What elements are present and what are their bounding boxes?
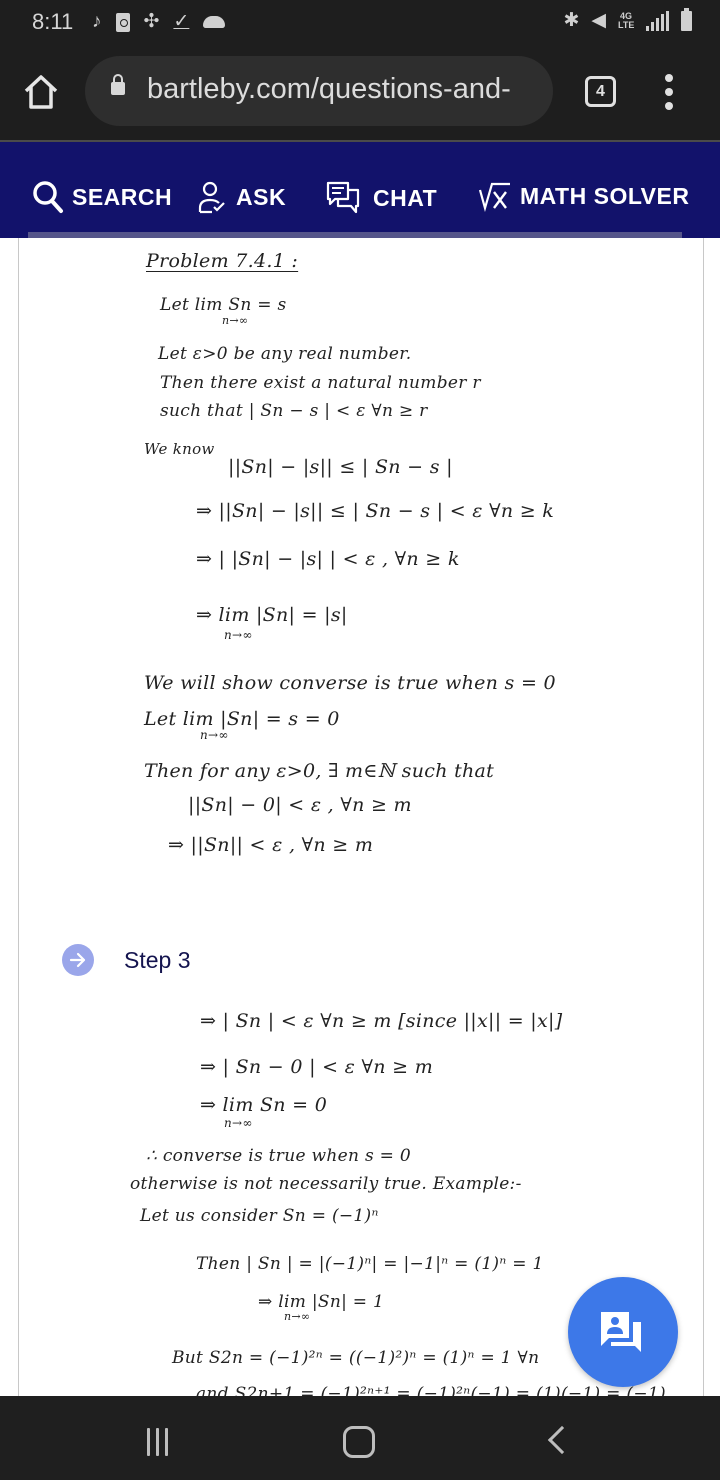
- clock-app-icon: [115, 12, 130, 32]
- search-icon: [33, 181, 63, 213]
- person-check-icon: [198, 181, 225, 214]
- recents-button[interactable]: [147, 1428, 168, 1456]
- step-header[interactable]: Step 3: [62, 944, 191, 976]
- solution-line: We know: [144, 440, 215, 458]
- square-root-icon: [478, 182, 510, 212]
- status-bar: 8:11 ♪ ✣ ✓ ✱ ◀︎ 4G LTE: [0, 0, 720, 44]
- browser-menu-button[interactable]: [662, 74, 676, 110]
- home-icon: [24, 75, 58, 109]
- url-text[interactable]: bartleby.com/questions-and-: [147, 73, 547, 106]
- solution-line: Let lim Sn = s: [160, 295, 287, 315]
- solution-line: Let ε>0 be any real number.: [158, 344, 412, 364]
- solution-line: ⇒ | Sn − 0 | < ε ∀n ≥ m: [200, 1056, 434, 1078]
- home-nav-button[interactable]: [343, 1426, 375, 1458]
- solution-line: ||Sn| − |s|| ≤ | Sn − s |: [228, 456, 453, 478]
- menu-dot: [665, 74, 673, 82]
- problem-title: Problem 7.4.1 :: [146, 250, 299, 272]
- step-arrow-icon: [62, 944, 94, 976]
- nav-search[interactable]: SEARCH: [32, 180, 172, 214]
- solution-line: Then there exist a natural number r: [160, 373, 481, 393]
- nav-ask[interactable]: ASK: [198, 180, 286, 214]
- chat-support-button[interactable]: [568, 1277, 678, 1387]
- network-label: 4G LTE: [618, 11, 635, 30]
- lock-icon: [111, 74, 125, 95]
- menu-dot: [665, 102, 673, 110]
- battery-icon: [681, 8, 692, 31]
- solution-subscript: n→∞: [224, 628, 253, 642]
- recents-icon: [156, 1428, 159, 1456]
- step-label: Step 3: [124, 946, 191, 973]
- browser-toolbar: bartleby.com/questions-and- 4: [0, 44, 720, 140]
- download-done-icon: ✓: [173, 11, 190, 32]
- solution-line: ||Sn| − 0| < ε , ∀n ≥ m: [188, 794, 412, 816]
- cloud-icon: [203, 16, 226, 28]
- address-bar[interactable]: bartleby.com/questions-and-: [85, 56, 553, 126]
- solution-line: Then for any ε>0, ∃ m∈ℕ such that: [144, 760, 495, 782]
- solution-line: Let lim |Sn| = s = 0: [144, 708, 340, 730]
- nav-math-solver[interactable]: MATH SOLVER: [478, 180, 689, 212]
- nav-ask-label: ASK: [236, 183, 287, 210]
- recents-icon: [147, 1428, 150, 1456]
- solution-subscript: n→∞: [284, 1310, 311, 1323]
- menu-dot: [665, 88, 673, 96]
- nav-math-solver-label: MATH SOLVER: [520, 182, 690, 209]
- tab-switcher-button[interactable]: 4: [585, 76, 616, 107]
- solution-line: and S2n+1 = (−1)²ⁿ⁺¹ = (−1)²ⁿ(−1) = (1)(…: [196, 1384, 666, 1396]
- chat-bubbles-icon: [326, 181, 360, 214]
- solution-line: We will show converse is true when s = 0: [144, 672, 556, 694]
- nav-chat[interactable]: CHAT: [325, 180, 437, 216]
- recents-icon: [165, 1428, 168, 1456]
- chat-support-icon: [601, 1312, 641, 1352]
- network-share-icon: ✣: [143, 11, 160, 32]
- solution-line: ⇒ | Sn | < ε ∀n ≥ m [since ||x|| = |x|]: [200, 1010, 563, 1032]
- home-button[interactable]: [22, 74, 60, 110]
- solution-line: otherwise is not necessarily true. Examp…: [130, 1174, 522, 1194]
- notification-icons: ♪ ✣ ✓: [92, 10, 226, 34]
- solution-line: ⇒ lim Sn = 0: [200, 1094, 328, 1116]
- solution-line: But S2n = (−1)²ⁿ = ((−1)²)ⁿ = (1)ⁿ = 1 ∀…: [172, 1348, 540, 1368]
- bluetooth-icon: ✱: [563, 10, 580, 31]
- solution-subscript: n→∞: [224, 1116, 253, 1130]
- signal-icon: [646, 11, 669, 31]
- solution-line: Then | Sn | = |(−1)ⁿ| = |−1|ⁿ = (1)ⁿ = 1: [196, 1254, 544, 1274]
- music-note-icon: ♪: [92, 11, 102, 32]
- nav-chat-label: CHAT: [373, 184, 438, 211]
- status-time: 8:11: [32, 9, 74, 34]
- solution-line: ⇒ ||Sn| − |s|| ≤ | Sn − s | < ε ∀n ≥ k: [196, 500, 555, 522]
- site-nav: SEARCH ASK CHAT MATH SOLVER: [0, 140, 720, 240]
- back-button[interactable]: [547, 1425, 577, 1455]
- system-icons: ✱ ◀︎ 4G LTE: [563, 8, 692, 33]
- solution-line: ⇒ | |Sn| − |s| | < ε , ∀n ≥ k: [196, 548, 460, 570]
- solution-line: such that | Sn − s | < ε ∀n ≥ r: [160, 401, 428, 421]
- android-navigation-bar: [0, 1396, 720, 1480]
- solution-line: ⇒ lim |Sn| = 1: [258, 1292, 385, 1312]
- solution-line: Let us consider Sn = (−1)ⁿ: [140, 1206, 379, 1226]
- solution-content[interactable]: Problem 7.4.1 : Let lim Sn = s n→∞ Let ε…: [0, 238, 720, 1396]
- vibrate-mute-icon: ◀︎: [591, 10, 606, 31]
- solution-subscript: n→∞: [222, 314, 249, 327]
- 4g-lte-icon: 4G LTE: [618, 12, 634, 30]
- solution-subscript: n→∞: [200, 728, 229, 742]
- nav-search-label: SEARCH: [72, 183, 173, 210]
- solution-line: ⇒ lim |Sn| = |s|: [196, 604, 348, 626]
- solution-line: ⇒ ||Sn|| < ε , ∀n ≥ m: [168, 834, 374, 856]
- solution-line: ∴ converse is true when s = 0: [146, 1146, 412, 1166]
